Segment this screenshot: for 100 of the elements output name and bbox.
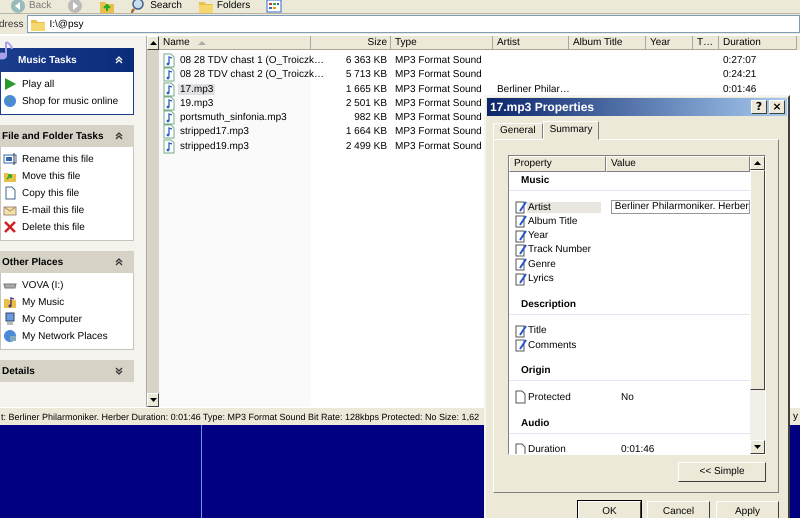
- table-cell: MP3 Format Sound: [395, 55, 482, 66]
- sort-arrow-icon: [198, 40, 206, 46]
- column-header[interactable]: Artist: [493, 36, 569, 50]
- file-name[interactable]: 17.mp3: [178, 84, 216, 95]
- task-link[interactable]: E-mail this file: [22, 204, 84, 216]
- pencil-document-icon: [515, 257, 527, 272]
- apply-button[interactable]: Apply: [716, 501, 779, 518]
- music-file-icon: [163, 96, 175, 111]
- column-header[interactable]: Type: [391, 36, 493, 50]
- close-button[interactable]: ×: [769, 100, 785, 114]
- pencil-document-icon: [515, 338, 527, 352]
- table-cell: 0:01:46: [723, 84, 756, 95]
- file-name[interactable]: 19.mp3: [178, 98, 216, 109]
- status-text: t: Berliner Philarmoniker. Herber Duration: 0:01:46 Type: MP3 Format Sound Bit Rate: 128kbps Protected: No Size: 1,62: [0, 412, 480, 422]
- group-heading: Audio: [509, 414, 750, 434]
- ok-button[interactable]: OK: [578, 501, 641, 518]
- scroll-up-button[interactable]: [750, 156, 765, 170]
- property-name[interactable]: Genre: [527, 258, 611, 270]
- music-file-icon: [163, 82, 175, 97]
- property-name[interactable]: Comments: [527, 340, 611, 351]
- delete-x-icon: [3, 220, 17, 234]
- back-arrow-icon: [10, 0, 26, 13]
- scrollbar[interactable]: [146, 36, 159, 407]
- simple-button[interactable]: << Simple: [678, 462, 766, 482]
- music-file-icon: [163, 53, 175, 68]
- task-link[interactable]: Rename this file: [22, 154, 94, 164]
- document-icon: [3, 186, 17, 200]
- file-name[interactable]: portsmuth_sinfonia.mp3: [178, 112, 289, 124]
- up-arrow-icon: [150, 41, 156, 45]
- panel-header[interactable]: Details: [0, 360, 134, 382]
- group-heading: Origin: [509, 362, 750, 382]
- play-icon: [3, 77, 17, 91]
- table-cell: MP3 Format Sound: [395, 112, 482, 124]
- task-link[interactable]: Play all: [22, 78, 54, 90]
- music-file-icon: [163, 110, 175, 126]
- table-cell: 6 363 KB: [346, 55, 387, 66]
- value-field[interactable]: Berliner Philarmoniker. Herber: [610, 200, 750, 214]
- column-header[interactable]: Property: [509, 156, 606, 172]
- down-arrow-icon: [754, 444, 761, 449]
- table-cell: 2 501 KB: [346, 98, 387, 109]
- column-header[interactable]: Duration: [719, 36, 797, 50]
- property-name[interactable]: Album Title: [527, 216, 611, 227]
- pencil-document-icon: [515, 214, 527, 228]
- property-value: No: [621, 392, 634, 403]
- table-cell: 5 713 KB: [346, 69, 387, 80]
- table-cell: 1 665 KB: [346, 84, 387, 95]
- task-link[interactable]: VOVA (I:): [22, 280, 64, 290]
- file-name[interactable]: stripped19.mp3: [178, 140, 251, 152]
- forward-arrow-icon: [67, 0, 84, 13]
- file-name[interactable]: 08 28 TDV chast 1 (O_Troiczk…: [178, 55, 326, 66]
- task-link[interactable]: Move this file: [22, 170, 80, 182]
- computer-icon: [3, 312, 17, 326]
- task-link[interactable]: Delete this file: [22, 222, 85, 232]
- column-header[interactable]: Year: [646, 36, 693, 50]
- panel-header[interactable]: Other Places: [0, 251, 134, 273]
- property-name[interactable]: Artist: [527, 202, 601, 213]
- task-link[interactable]: Copy this file: [22, 188, 80, 198]
- help-button[interactable]: ?: [751, 100, 767, 114]
- task-link[interactable]: My Network Places: [22, 330, 108, 342]
- file-name[interactable]: 08 28 TDV chast 2 (O_Troiczk…: [178, 69, 326, 80]
- property-name[interactable]: Duration: [527, 444, 611, 454]
- task-link[interactable]: Shop for music online: [22, 96, 118, 106]
- rename-box-icon: [3, 152, 17, 166]
- table-cell: 1 664 KB: [346, 126, 387, 138]
- column-header[interactable]: T…: [693, 36, 719, 50]
- column-header[interactable]: Size: [311, 36, 391, 50]
- folder-up-icon: [99, 0, 116, 13]
- folder-icon: [198, 0, 214, 13]
- property-name[interactable]: Protected: [527, 392, 611, 403]
- table-cell: 0:24:21: [723, 69, 756, 80]
- column-header[interactable]: Album Title: [569, 36, 646, 50]
- music-file-icon: [163, 138, 175, 154]
- table-cell: MP3 Format Sound: [395, 69, 482, 80]
- globe-icon: [3, 94, 17, 108]
- file-name[interactable]: stripped17.mp3: [178, 126, 251, 138]
- tab[interactable]: General: [493, 122, 543, 139]
- panel-header[interactable]: Music Tasks: [0, 48, 134, 72]
- table-cell: Berliner Philar…: [497, 84, 570, 95]
- tab[interactable]: Summary: [542, 120, 600, 140]
- property-name[interactable]: Year: [527, 230, 611, 242]
- address-field[interactable]: I:\@psy: [27, 15, 800, 33]
- document-icon: [515, 390, 527, 404]
- scroll-down-button[interactable]: [147, 393, 159, 407]
- panel-header[interactable]: File and Folder Tasks: [0, 125, 134, 147]
- property-name[interactable]: Track Number: [527, 244, 611, 256]
- property-name[interactable]: Title: [527, 325, 611, 336]
- group-heading: Music: [509, 172, 750, 191]
- column-header[interactable]: Value: [606, 156, 750, 172]
- scrollbar[interactable]: [750, 156, 765, 454]
- column-header[interactable]: Name: [159, 36, 311, 50]
- table-cell: 982 KB: [354, 112, 387, 124]
- scroll-down-button[interactable]: [750, 440, 765, 454]
- task-link[interactable]: My Music: [22, 296, 64, 308]
- cancel-button[interactable]: Cancel: [647, 501, 710, 518]
- property-name[interactable]: Lyrics: [527, 273, 611, 284]
- scroll-thumb[interactable]: [750, 170, 765, 390]
- table-cell: MP3 Format Sound: [395, 126, 482, 138]
- pencil-document-icon: [515, 228, 527, 243]
- task-link[interactable]: My Computer: [22, 314, 82, 324]
- scroll-up-button[interactable]: [147, 36, 159, 50]
